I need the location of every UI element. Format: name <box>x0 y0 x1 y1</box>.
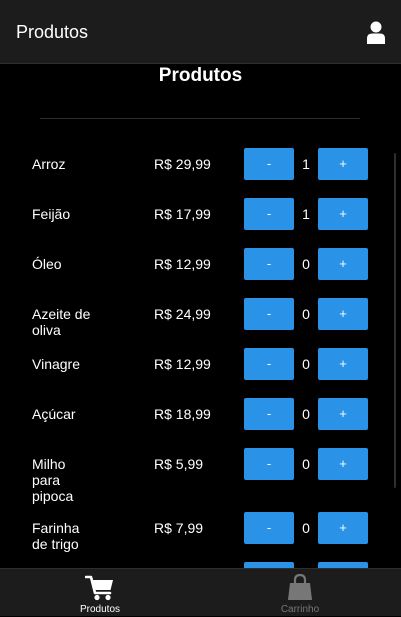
app-header: Produtos <box>0 0 401 64</box>
page-title: Produtos <box>158 65 243 86</box>
product-price: R$ 18,99 <box>154 406 211 422</box>
nav-label-carrinho: Carrinho <box>280 604 320 615</box>
quantity-value: 1 <box>302 206 310 222</box>
product-price: R$ 7,99 <box>154 520 204 536</box>
nav-item-carrinho[interactable]: Carrinho <box>200 569 400 617</box>
product-name: Azeite de oliva <box>32 306 91 338</box>
cart-icon <box>85 575 113 601</box>
quantity-value: 0 <box>302 456 310 472</box>
increase-button[interactable]: + <box>318 348 368 380</box>
product-name: Óleo <box>32 256 62 272</box>
product-list[interactable]: Arroz R$ 29,99 - 1 + Feijão R$ 17,99 - 1… <box>0 148 401 568</box>
quantity-value: 0 <box>302 520 310 536</box>
decrease-button[interactable]: - <box>244 398 294 430</box>
decrease-button[interactable]: - <box>244 448 294 480</box>
app-title: Produtos <box>16 22 89 42</box>
product-name: Milho para pipoca <box>32 456 74 504</box>
product-price: R$ 12,99 <box>154 356 211 372</box>
quantity-value: 1 <box>302 156 310 172</box>
increase-button[interactable]: + <box>318 148 368 180</box>
product-name: Farinha de trigo <box>32 520 80 552</box>
product-price: R$ 29,99 <box>154 156 211 172</box>
increase-button[interactable]: + <box>318 248 368 280</box>
increase-button[interactable]: + <box>318 512 368 544</box>
divider <box>40 118 360 119</box>
increase-button[interactable]: + <box>318 298 368 330</box>
product-price: R$ 5,99 <box>154 456 204 472</box>
quantity-value: 0 <box>302 356 310 372</box>
decrease-button[interactable]: - <box>244 248 294 280</box>
product-name: Feijão <box>32 206 71 222</box>
decrease-button[interactable]: - <box>244 348 294 380</box>
user-icon[interactable] <box>367 21 385 44</box>
decrease-button[interactable]: - <box>244 512 294 544</box>
quantity-value: 0 <box>302 306 310 322</box>
product-name: Arroz <box>32 156 66 172</box>
decrease-button[interactable]: - <box>244 298 294 330</box>
product-price: R$ 17,99 <box>154 206 211 222</box>
product-price: R$ 24,99 <box>154 306 211 322</box>
increase-button[interactable]: + <box>318 198 368 230</box>
bottom-nav: Produtos Carrinho <box>0 568 401 616</box>
product-name: Vinagre <box>32 356 81 372</box>
nav-label-produtos: Produtos <box>79 604 121 615</box>
increase-button[interactable]: + <box>318 448 368 480</box>
product-price: R$ 12,99 <box>154 256 211 272</box>
nav-item-produtos[interactable]: Produtos <box>0 569 200 617</box>
product-name: Açúcar <box>32 406 76 422</box>
decrease-button[interactable]: - <box>244 148 294 180</box>
increase-button[interactable]: + <box>318 398 368 430</box>
shopping-bag-icon <box>288 574 312 600</box>
scrollbar[interactable] <box>394 153 396 488</box>
quantity-value: 0 <box>302 406 310 422</box>
quantity-value: 0 <box>302 256 310 272</box>
decrease-button[interactable]: - <box>244 198 294 230</box>
